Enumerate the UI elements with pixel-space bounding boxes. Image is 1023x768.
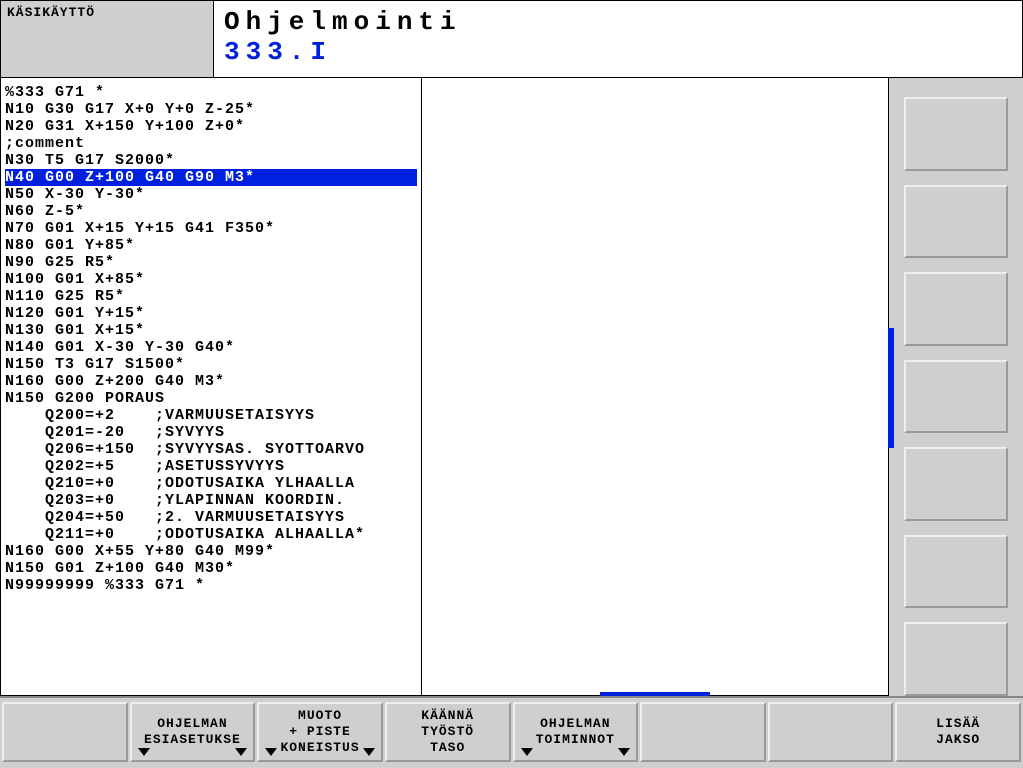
screen-title: Ohjelmointi xyxy=(224,7,1012,37)
softkey-label: TOIMINNOT xyxy=(536,732,615,748)
code-line[interactable]: N10 G30 G17 X+0 Y+0 Z-25* xyxy=(5,101,417,118)
nc-program-editor[interactable]: %333 G71 *N10 G30 G17 X+0 Y+0 Z-25*N20 G… xyxy=(0,78,422,696)
code-line[interactable]: Q210=+0 ;ODOTUSAIKA YLHAALLA xyxy=(5,475,417,492)
code-line[interactable]: N150 T3 G17 S1500* xyxy=(5,356,417,373)
softkey-label: OHJELMAN xyxy=(540,716,610,732)
softkey-lisää[interactable]: LISÄÄJAKSO xyxy=(895,702,1021,762)
chevron-down-icon xyxy=(521,748,533,756)
code-line[interactable]: N30 T5 G17 S2000* xyxy=(5,152,417,169)
code-line[interactable]: N140 G01 X-30 Y-30 G40* xyxy=(5,339,417,356)
side-button-7[interactable] xyxy=(904,622,1008,696)
code-line[interactable]: N150 G01 Z+100 G40 M30* xyxy=(5,560,417,577)
chevron-down-icon xyxy=(265,748,277,756)
side-button-5[interactable] xyxy=(904,447,1008,521)
mode-indicator: KÄSIKÄYTTÖ xyxy=(0,0,214,78)
code-line[interactable]: Q211=+0 ;ODOTUSAIKA ALHAALLA* xyxy=(5,526,417,543)
code-line[interactable]: Q204=+50 ;2. VARMUUSETAISYYS xyxy=(5,509,417,526)
softkey-bar: OHJELMANESIASETUKSEMUOTO+ PISTEKONEISTUS… xyxy=(0,696,1023,766)
code-line[interactable]: Q202=+5 ;ASETUSSYVYYS xyxy=(5,458,417,475)
softkey-label: LISÄÄ xyxy=(936,716,980,732)
softkey-label: TASO xyxy=(430,740,465,756)
code-line[interactable]: N99999999 %333 G71 * xyxy=(5,577,417,594)
side-button-2[interactable] xyxy=(904,185,1008,259)
chevron-down-icon xyxy=(235,748,247,756)
code-line[interactable]: N90 G25 R5* xyxy=(5,254,417,271)
mode-label: KÄSIKÄYTTÖ xyxy=(7,5,95,20)
code-line[interactable]: N100 G01 X+85* xyxy=(5,271,417,288)
code-line[interactable]: N130 G01 X+15* xyxy=(5,322,417,339)
code-line[interactable]: N160 G00 X+55 Y+80 G40 M99* xyxy=(5,543,417,560)
chevron-down-icon xyxy=(138,748,150,756)
code-line[interactable]: N150 G200 PORAUS xyxy=(5,390,417,407)
title-panel: Ohjelmointi 333.I xyxy=(214,0,1023,78)
side-button-4[interactable] xyxy=(904,360,1008,434)
code-line[interactable]: N60 Z-5* xyxy=(5,203,417,220)
scroll-thumb[interactable] xyxy=(888,328,894,448)
panel-tab-indicator xyxy=(600,692,710,696)
vertical-softkey-bar xyxy=(889,78,1023,696)
code-line[interactable]: N40 G00 Z+100 G40 G90 M3* xyxy=(5,169,417,186)
code-line[interactable]: N20 G31 X+150 Y+100 Z+0* xyxy=(5,118,417,135)
program-name: 333.I xyxy=(224,37,1012,67)
softkey-muoto[interactable]: MUOTO+ PISTEKONEISTUS xyxy=(257,702,383,762)
code-line[interactable]: N160 G00 Z+200 G40 M3* xyxy=(5,373,417,390)
softkey-label: JAKSO xyxy=(936,732,980,748)
code-line[interactable]: N80 G01 Y+85* xyxy=(5,237,417,254)
code-line[interactable]: Q200=+2 ;VARMUUSETAISYYS xyxy=(5,407,417,424)
softkey-label: OHJELMAN xyxy=(157,716,227,732)
code-line[interactable]: N50 X-30 Y-30* xyxy=(5,186,417,203)
softkey-käännä[interactable]: KÄÄNNÄTYÖSTÖTASO xyxy=(385,702,511,762)
softkey-empty-5[interactable] xyxy=(640,702,766,762)
softkey-ohjelman[interactable]: OHJELMANTOIMINNOT xyxy=(513,702,639,762)
softkey-label: KONEISTUS xyxy=(280,740,359,756)
softkey-empty-6[interactable] xyxy=(768,702,894,762)
softkey-label: + PISTE xyxy=(289,724,351,740)
softkey-label: MUOTO xyxy=(298,708,342,724)
softkey-label: ESIASETUKSE xyxy=(144,732,241,748)
chevron-down-icon xyxy=(363,748,375,756)
graphic-panel xyxy=(422,78,889,696)
softkey-empty-0[interactable] xyxy=(2,702,128,762)
code-line[interactable]: ;comment xyxy=(5,135,417,152)
side-button-6[interactable] xyxy=(904,535,1008,609)
softkey-label: TYÖSTÖ xyxy=(421,724,474,740)
code-line[interactable]: N120 G01 Y+15* xyxy=(5,305,417,322)
code-line[interactable]: %333 G71 * xyxy=(5,84,417,101)
code-line[interactable]: Q203=+0 ;YLAPINNAN KOORDIN. xyxy=(5,492,417,509)
code-line[interactable]: Q206=+150 ;SYVYYSAS. SYOTTOARVO xyxy=(5,441,417,458)
softkey-ohjelman[interactable]: OHJELMANESIASETUKSE xyxy=(130,702,256,762)
side-button-3[interactable] xyxy=(904,272,1008,346)
softkey-label: KÄÄNNÄ xyxy=(421,708,474,724)
code-line[interactable]: N110 G25 R5* xyxy=(5,288,417,305)
chevron-down-icon xyxy=(618,748,630,756)
code-line[interactable]: N70 G01 X+15 Y+15 G41 F350* xyxy=(5,220,417,237)
code-line[interactable]: Q201=-20 ;SYVYYS xyxy=(5,424,417,441)
side-button-1[interactable] xyxy=(904,97,1008,171)
